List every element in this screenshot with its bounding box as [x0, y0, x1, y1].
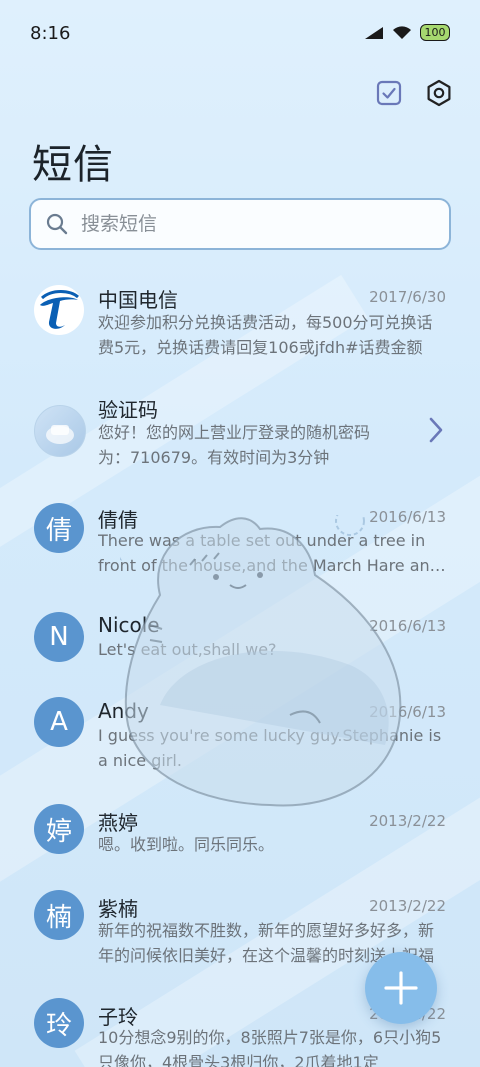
top-actions — [374, 78, 454, 108]
china-telecom-logo — [35, 286, 83, 334]
message-date: 2016/6/13 — [369, 617, 446, 635]
page-title: 短信 — [32, 142, 114, 188]
message-preview: 您好！您的网上营业厅登录的随机密码为：710679。有效时间为3分钟 — [98, 423, 371, 467]
conversation-item[interactable]: 验证码 您好！您的网上营业厅登录的随机密码为：710679。有效时间为3分钟 — [0, 380, 480, 490]
message-preview: 嗯。收到啦。同乐同乐。 — [98, 835, 275, 854]
checkbox-icon — [376, 80, 402, 106]
conversation-item[interactable]: A Andy 2016/6/13 I guess you're some luc… — [0, 690, 480, 795]
contact-avatar: 倩 — [34, 503, 84, 553]
status-icons: 100 — [364, 24, 450, 41]
contact-name: 验证码 — [98, 398, 158, 422]
conversation-item[interactable]: 中国电信 2017/6/30 欢迎参加积分兑换话费活动，每500分可兑换话费5元… — [0, 270, 480, 380]
search-bar[interactable] — [29, 198, 451, 250]
message-preview: I guess you're some lucky guy.Stephanie … — [98, 726, 442, 770]
chevron-right-icon[interactable] — [428, 416, 444, 444]
contact-avatar: N — [34, 612, 84, 662]
contact-avatar: 楠 — [34, 890, 84, 940]
compose-button[interactable] — [365, 952, 437, 1024]
contact-name: Andy — [98, 699, 149, 723]
contact-avatar: 婷 — [34, 804, 84, 854]
contact-name: 中国电信 — [98, 288, 178, 312]
message-preview: 10分想念9别的你，8张照片7张是你，6只小狗5只像你，4根骨头3根归你，2爪着… — [98, 1028, 442, 1067]
message-date: 2016/6/13 — [369, 508, 446, 526]
search-input[interactable] — [79, 212, 423, 236]
plus-icon — [384, 971, 418, 1005]
message-preview: There was a table set out under a tree i… — [98, 531, 440, 575]
wifi-icon — [393, 26, 411, 39]
message-preview: Let's eat out,shall we? — [98, 640, 277, 659]
contact-name: Nicole — [98, 613, 160, 637]
message-date: 2017/6/30 — [369, 288, 446, 306]
settings-icon — [427, 79, 451, 107]
settings-button[interactable] — [424, 78, 454, 108]
conversation-item[interactable]: 婷 燕婷 2013/2/22 嗯。收到啦。同乐同乐。 — [0, 795, 480, 885]
contact-avatar — [34, 285, 84, 335]
conversation-item[interactable]: N Nicole 2016/6/13 Let's eat out,shall w… — [0, 600, 480, 690]
message-date: 2016/6/13 — [369, 703, 446, 721]
message-preview: 欢迎参加积分兑换话费活动，每500分可兑换话费5元，兑换话费请回复106或jfd… — [98, 313, 433, 357]
status-time: 8:16 — [30, 23, 71, 44]
battery-indicator: 100 — [420, 24, 450, 41]
message-date: 2013/2/22 — [369, 812, 446, 830]
message-date: 2013/2/22 — [369, 897, 446, 915]
conversation-item[interactable]: 倩 倩倩 2016/6/13 There was a table set out… — [0, 490, 480, 600]
status-bar: 8:16 100 — [0, 0, 480, 68]
select-button[interactable] — [374, 78, 404, 108]
signal-icon — [365, 26, 383, 39]
contact-avatar: A — [34, 697, 84, 747]
search-icon — [46, 213, 68, 235]
avatar-image-icon — [46, 425, 74, 444]
contact-avatar — [34, 405, 86, 457]
contact-avatar: 玲 — [34, 998, 84, 1048]
